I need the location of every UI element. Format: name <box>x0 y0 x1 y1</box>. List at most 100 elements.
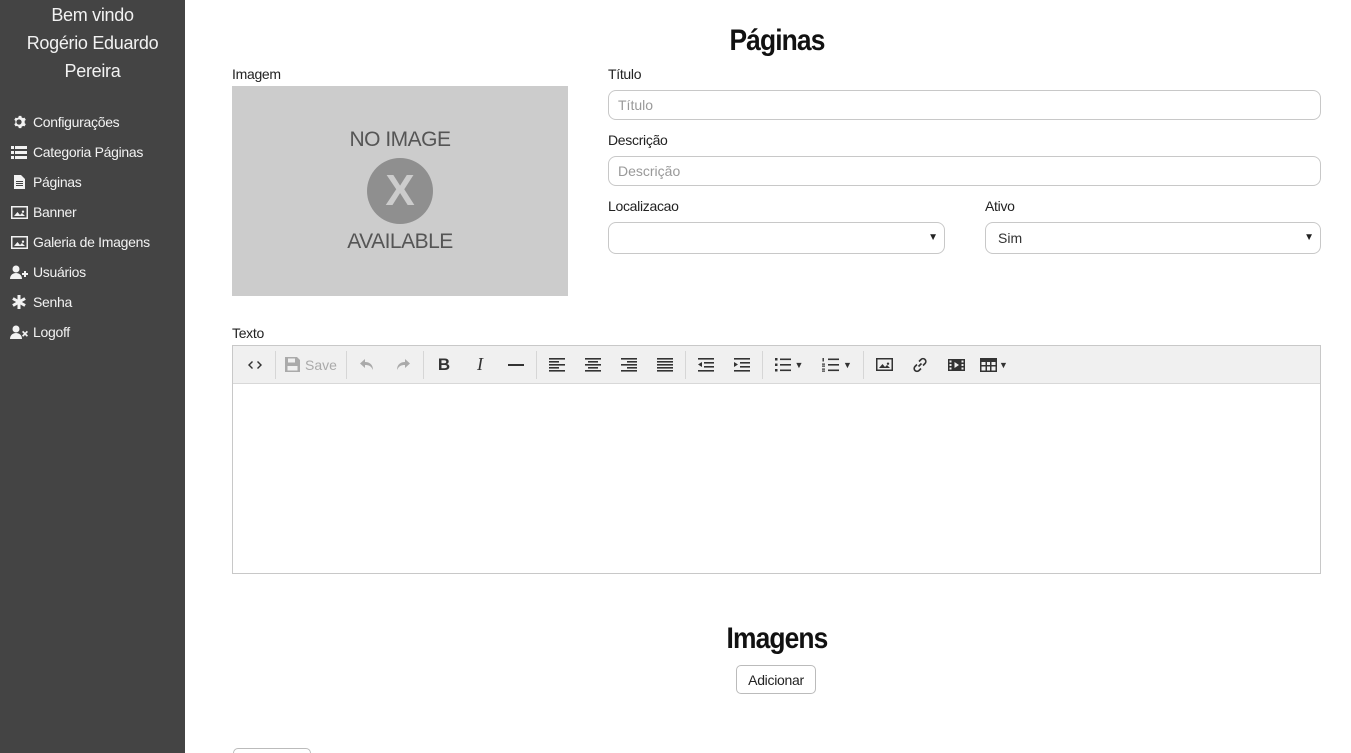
dropdown-caret-icon: ▼ <box>1304 232 1314 243</box>
undo-icon <box>360 358 373 370</box>
ativo-select[interactable]: Sim ▼ <box>985 222 1321 254</box>
imagens-title: Imagens <box>726 622 829 655</box>
sidebar-item-galeria[interactable]: Galeria de Imagens <box>0 227 185 257</box>
indent-icon <box>734 357 750 372</box>
editor-content-area[interactable] <box>233 384 1320 573</box>
toolbar-divider <box>863 350 864 379</box>
submit-button[interactable] <box>233 748 311 753</box>
sidebar-item-label: Banner <box>33 204 77 220</box>
align-left-button[interactable] <box>539 351 575 379</box>
texto-label: Texto <box>232 325 264 341</box>
image-icon <box>875 358 893 371</box>
toolbar-divider <box>423 350 424 379</box>
user-add-icon <box>10 265 28 279</box>
dropdown-caret-icon: ▼ <box>999 359 1008 370</box>
indent-button[interactable] <box>724 351 760 379</box>
add-image-button[interactable]: Adicionar <box>736 665 816 694</box>
sidebar-item-label: Categoria Páginas <box>33 144 144 160</box>
sidebar-item-logoff[interactable]: Logoff <box>0 317 185 347</box>
gear-icon <box>10 115 28 129</box>
sidebar-item-label: Páginas <box>33 174 82 190</box>
align-center-icon <box>585 357 601 372</box>
table-icon <box>980 357 998 372</box>
descricao-input[interactable]: Descrição <box>608 156 1321 186</box>
localizacao-label: Localizacao <box>608 198 679 214</box>
italic-button[interactable]: I <box>462 351 498 379</box>
redo-icon <box>397 358 410 370</box>
asterisk-icon <box>10 295 28 309</box>
outdent-button[interactable] <box>688 351 724 379</box>
bullet-list-button[interactable]: ▼ <box>765 351 813 379</box>
video-icon <box>947 358 965 371</box>
link-icon <box>913 357 927 372</box>
sidebar: Bem vindo Rogério Eduardo Pereira Config… <box>0 0 185 753</box>
ativo-label: Ativo <box>985 198 1015 214</box>
titulo-label: Título <box>608 66 642 82</box>
dropdown-caret-icon: ▼ <box>794 359 804 370</box>
main-content: Páginas Imagem NO IMAGE X AVAILABLE Títu… <box>185 0 1351 753</box>
user-name: Rogério Eduardo Pereira <box>26 33 159 81</box>
descricao-label: Descrição <box>608 132 668 148</box>
horizontal-rule-button[interactable] <box>498 351 534 379</box>
insert-link-button[interactable] <box>902 351 938 379</box>
rich-text-editor: Save B I ▼ ▼ ▼ <box>232 345 1321 574</box>
align-right-icon <box>621 357 637 372</box>
user-remove-icon <box>10 325 28 339</box>
sidebar-item-usuarios[interactable]: Usuários <box>0 257 185 287</box>
editor-toolbar: Save B I ▼ ▼ ▼ <box>233 346 1320 384</box>
ativo-value: Sim <box>998 230 1023 246</box>
align-justify-button[interactable] <box>647 351 683 379</box>
sidebar-item-configuracoes[interactable]: Configurações <box>0 107 185 137</box>
bullet-list-icon <box>774 357 791 371</box>
x-icon: X <box>367 158 433 224</box>
italic-icon: I <box>477 354 483 374</box>
insert-video-button[interactable] <box>938 351 974 379</box>
sidebar-item-senha[interactable]: Senha <box>0 287 185 317</box>
toolbar-divider <box>275 350 276 379</box>
file-icon <box>10 175 28 189</box>
code-view-button[interactable] <box>237 351 273 379</box>
numbered-list-icon <box>822 357 840 372</box>
sidebar-item-banner[interactable]: Banner <box>0 197 185 227</box>
titulo-input[interactable]: Título <box>608 90 1321 120</box>
insert-image-button[interactable] <box>866 351 902 379</box>
insert-table-button[interactable]: ▼ <box>974 351 1014 379</box>
align-left-icon <box>549 357 565 372</box>
sidebar-item-label: Senha <box>33 294 72 310</box>
no-image-text: NO IMAGE <box>349 128 451 151</box>
picture-icon <box>10 205 28 219</box>
outdent-icon <box>698 357 714 372</box>
align-right-button[interactable] <box>611 351 647 379</box>
sidebar-nav: Configurações Categoria Páginas Páginas … <box>0 107 185 347</box>
sidebar-item-label: Logoff <box>33 324 70 340</box>
toolbar-divider <box>685 350 686 379</box>
redo-button[interactable] <box>385 351 421 379</box>
welcome-text: Bem vindo <box>51 5 134 25</box>
align-center-button[interactable] <box>575 351 611 379</box>
titulo-placeholder: Título <box>618 97 654 113</box>
numbered-list-button[interactable]: ▼ <box>813 351 861 379</box>
horizontal-rule-icon <box>508 363 524 366</box>
floppy-disk-icon <box>285 357 301 372</box>
bold-button[interactable]: B <box>426 351 462 379</box>
picture-icon <box>10 235 28 249</box>
toolbar-divider <box>536 350 537 379</box>
undo-button[interactable] <box>349 351 385 379</box>
descricao-placeholder: Descrição <box>618 163 681 179</box>
available-text: AVAILABLE <box>347 230 453 253</box>
sidebar-item-categoria-paginas[interactable]: Categoria Páginas <box>0 137 185 167</box>
image-label: Imagem <box>232 66 281 82</box>
welcome-block: Bem vindo Rogério Eduardo Pereira <box>0 0 185 85</box>
sidebar-item-label: Usuários <box>33 264 86 280</box>
page-title: Páginas <box>729 24 825 57</box>
sidebar-item-paginas[interactable]: Páginas <box>0 167 185 197</box>
save-button[interactable]: Save <box>278 351 344 379</box>
toolbar-divider <box>346 350 347 379</box>
image-placeholder[interactable]: NO IMAGE X AVAILABLE <box>232 86 568 296</box>
save-label: Save <box>305 356 337 373</box>
localizacao-select[interactable]: ▼ <box>608 222 945 254</box>
sidebar-item-label: Configurações <box>33 114 120 130</box>
code-icon <box>248 360 262 369</box>
toolbar-divider <box>762 350 763 379</box>
align-justify-icon <box>657 357 673 372</box>
